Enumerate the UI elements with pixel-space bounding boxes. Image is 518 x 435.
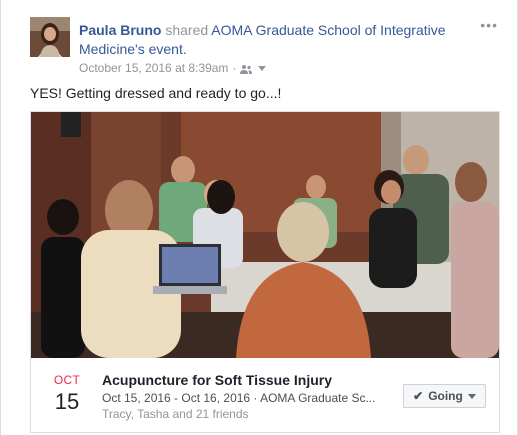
audience-caret-icon[interactable] <box>258 65 267 71</box>
meta-separator: · <box>232 61 237 75</box>
timestamp-link[interactable]: October 15, 2016 at 8:39am <box>79 61 228 75</box>
chevron-down-icon <box>467 393 476 399</box>
shared-event-link[interactable]: 's event. <box>135 41 187 57</box>
post-text: YES! Getting dressed and ready to go...! <box>30 85 282 101</box>
event-info: OCT 15 Acupuncture for Soft Tissue Injur… <box>31 358 499 432</box>
more-options-icon[interactable]: ••• <box>480 18 498 32</box>
event-friends-going[interactable]: Tracy, Tasha and 21 friends <box>102 407 249 421</box>
post-meta: October 15, 2016 at 8:39am · <box>79 61 267 75</box>
event-photo[interactable] <box>31 112 499 358</box>
event-date: OCT 15 <box>51 373 83 415</box>
event-day: 15 <box>54 389 80 414</box>
going-button[interactable]: ✔ Going <box>403 384 486 408</box>
friends-icon[interactable] <box>240 63 253 74</box>
author-link[interactable]: Paula Bruno <box>79 22 161 38</box>
event-details: Oct 15, 2016 - Oct 16, 2016 · AOMA Gradu… <box>102 391 376 405</box>
check-icon: ✔ <box>413 389 424 403</box>
event-month: OCT <box>53 373 81 387</box>
event-attachment[interactable]: OCT 15 Acupuncture for Soft Tissue Injur… <box>30 111 500 433</box>
action-text: shared <box>165 22 209 38</box>
event-title-link[interactable]: Acupuncture for Soft Tissue Injury <box>102 372 332 388</box>
going-label: Going <box>428 389 463 403</box>
post-header: Paula Bruno shared AOMA Graduate School … <box>79 21 479 59</box>
avatar[interactable] <box>30 17 70 57</box>
post-card: Paula Bruno shared AOMA Graduate School … <box>0 0 518 435</box>
